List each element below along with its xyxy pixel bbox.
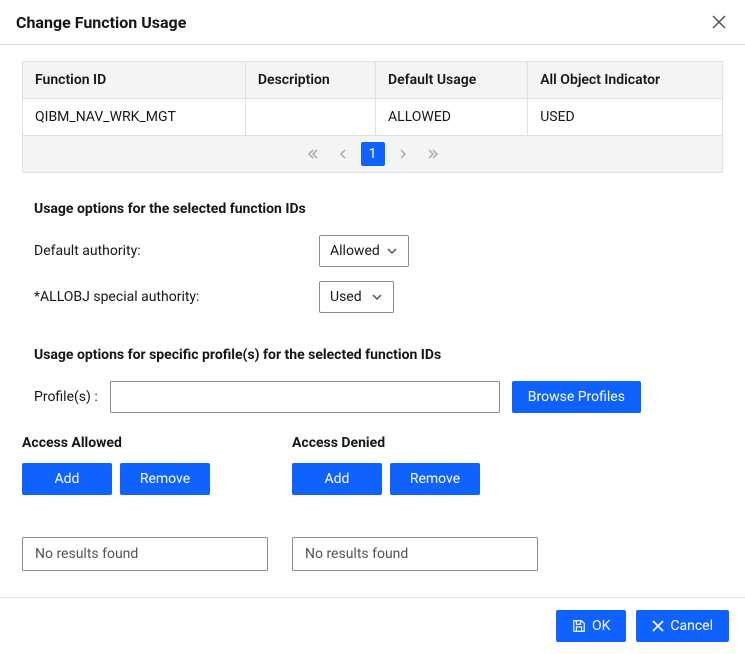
allobj-label: *ALLOBJ special authority: xyxy=(34,289,319,305)
access-denied-section: Access Denied Add Remove No results foun… xyxy=(292,435,538,571)
next-page-button[interactable] xyxy=(391,142,415,166)
chevron-down-icon xyxy=(386,247,398,255)
access-allowed-section: Access Allowed Add Remove No results fou… xyxy=(22,435,268,571)
chevron-double-right-icon xyxy=(427,148,439,160)
close-icon xyxy=(712,15,726,29)
default-authority-label: Default authority: xyxy=(34,243,319,259)
allobj-value: Used xyxy=(330,289,362,305)
default-authority-select[interactable]: Allowed xyxy=(319,235,409,267)
col-function-id: Function ID xyxy=(23,62,246,99)
access-denied-heading: Access Denied xyxy=(292,435,538,451)
col-description: Description xyxy=(245,62,375,99)
access-allowed-heading: Access Allowed xyxy=(22,435,268,451)
col-default-usage: Default Usage xyxy=(376,62,528,99)
close-button[interactable] xyxy=(709,12,729,32)
denied-results[interactable]: No results found xyxy=(292,537,538,571)
dialog-footer: OK Cancel xyxy=(0,597,745,654)
ok-label: OK xyxy=(592,618,610,634)
close-icon xyxy=(652,620,664,632)
first-page-button[interactable] xyxy=(301,142,325,166)
profiles-label: Profile(s) : xyxy=(34,389,98,405)
dialog-title: Change Function Usage xyxy=(16,13,186,32)
allowed-results[interactable]: No results found xyxy=(22,537,268,571)
cell-all-object-indicator: USED xyxy=(528,99,723,136)
cancel-label: Cancel xyxy=(670,618,713,634)
browse-profiles-button[interactable]: Browse Profiles xyxy=(512,381,641,413)
allobj-select[interactable]: Used xyxy=(319,281,394,313)
cell-function-id: QIBM_NAV_WRK_MGT xyxy=(23,99,246,136)
profiles-input[interactable] xyxy=(110,381,500,413)
chevron-double-left-icon xyxy=(307,148,319,160)
col-all-object-indicator: All Object Indicator xyxy=(528,62,723,99)
page-1-button[interactable]: 1 xyxy=(361,142,385,166)
change-function-usage-dialog: Change Function Usage Function ID Descri… xyxy=(0,0,745,654)
default-authority-value: Allowed xyxy=(330,243,380,259)
denied-remove-button[interactable]: Remove xyxy=(390,463,480,495)
allowed-add-button[interactable]: Add xyxy=(22,463,112,495)
chevron-down-icon xyxy=(371,293,383,301)
cell-description xyxy=(245,99,375,136)
function-table: Function ID Description Default Usage Al… xyxy=(22,61,723,136)
pagination: 1 xyxy=(22,136,723,173)
prev-page-button[interactable] xyxy=(331,142,355,166)
chevron-right-icon xyxy=(398,148,408,160)
allowed-remove-button[interactable]: Remove xyxy=(120,463,210,495)
save-icon xyxy=(572,619,586,633)
usage-options-heading: Usage options for the selected function … xyxy=(34,201,711,217)
table-row[interactable]: QIBM_NAV_WRK_MGT ALLOWED USED xyxy=(23,99,723,136)
profile-options-heading: Usage options for specific profile(s) fo… xyxy=(34,347,711,363)
chevron-left-icon xyxy=(338,148,348,160)
cancel-button[interactable]: Cancel xyxy=(636,610,729,642)
cell-default-usage: ALLOWED xyxy=(376,99,528,136)
ok-button[interactable]: OK xyxy=(556,610,626,642)
last-page-button[interactable] xyxy=(421,142,445,166)
denied-add-button[interactable]: Add xyxy=(292,463,382,495)
table-header-row: Function ID Description Default Usage Al… xyxy=(23,62,723,99)
dialog-header: Change Function Usage xyxy=(0,0,745,45)
